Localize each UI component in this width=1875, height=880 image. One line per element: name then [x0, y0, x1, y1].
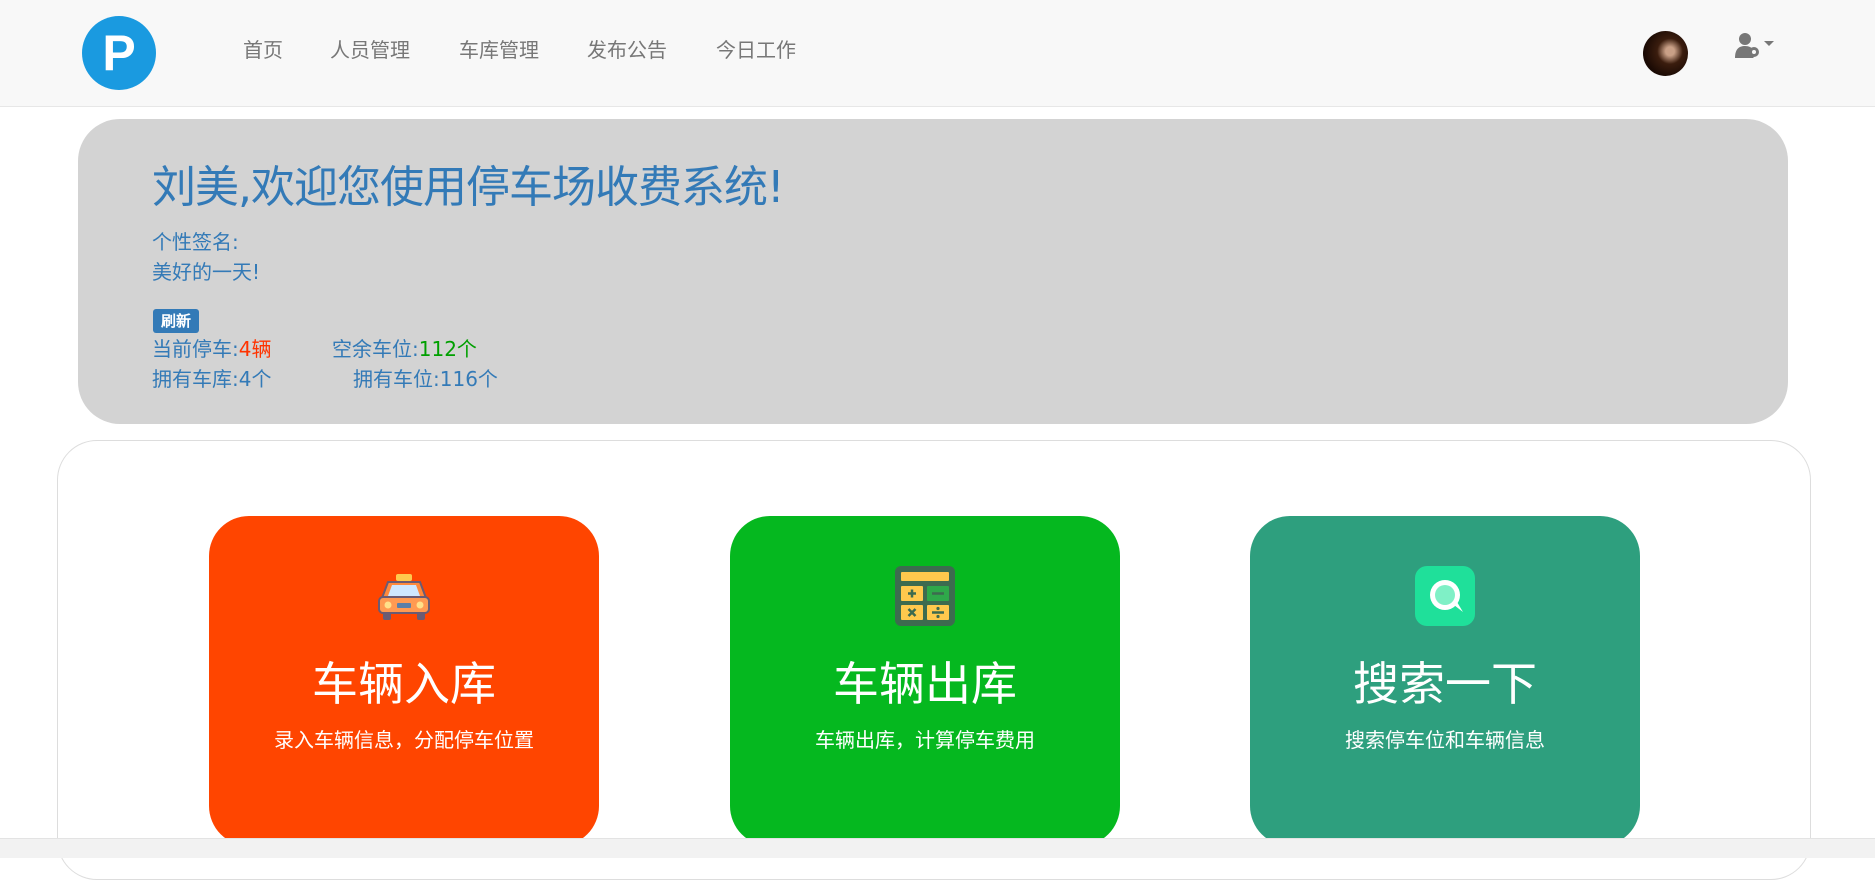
nav-garage-management[interactable]: 车库管理	[459, 36, 539, 64]
vehicle-exit-desc: 车辆出库，计算停车费用	[815, 728, 1035, 752]
free-spaces-stat: 空余车位:112个	[332, 336, 477, 362]
free-spaces-label: 空余车位:	[332, 337, 419, 361]
vehicle-entry-card[interactable]: 车辆入库 录入车辆信息，分配停车位置	[209, 516, 599, 846]
chevron-down-icon	[1764, 41, 1774, 46]
search-title: 搜索一下	[1353, 657, 1537, 711]
garages-value: 4个	[238, 367, 272, 391]
vehicle-exit-title: 车辆出库	[833, 657, 1017, 711]
vehicle-entry-desc: 录入车辆信息，分配停车位置	[274, 728, 534, 752]
vehicle-entry-title: 车辆入库	[312, 657, 496, 711]
garages-label: 拥有车库:	[152, 367, 239, 391]
calculator-icon	[895, 566, 955, 626]
spaces-stat: 拥有车位:116个	[353, 366, 498, 392]
spaces-value: 116个	[439, 367, 498, 391]
spaces-label: 拥有车位:	[353, 367, 440, 391]
taxi-icon	[378, 574, 430, 620]
current-parking-value: 4辆	[238, 337, 272, 361]
nav-publish-notice[interactable]: 发布公告	[587, 36, 667, 64]
free-spaces-value: 112个	[418, 337, 477, 361]
garages-stat: 拥有车库:4个	[152, 366, 271, 392]
search-desc: 搜索停车位和车辆信息	[1345, 728, 1545, 752]
vehicle-exit-card[interactable]: 车辆出库 车辆出库，计算停车费用	[730, 516, 1120, 846]
current-parking-stat: 当前停车:4辆	[152, 336, 271, 362]
current-parking-label: 当前停车:	[152, 337, 239, 361]
nav-staff-management[interactable]: 人员管理	[330, 36, 410, 64]
welcome-heading: 刘美,欢迎您使用停车场收费系统!	[152, 162, 785, 213]
parking-logo[interactable]: P	[82, 16, 156, 90]
search-chat-icon	[1415, 566, 1475, 626]
horizontal-scrollbar[interactable]	[0, 838, 1875, 858]
signature-label: 个性签名:	[152, 230, 239, 254]
user-gear-icon	[1735, 33, 1774, 58]
nav-home[interactable]: 首页	[243, 36, 283, 64]
user-settings-menu[interactable]	[1734, 32, 1780, 62]
signature-text: 美好的一天!	[152, 260, 261, 284]
avatar[interactable]	[1643, 31, 1688, 76]
nav-today-work[interactable]: 今日工作	[716, 36, 796, 64]
refresh-button[interactable]: 刷新	[153, 309, 200, 333]
top-navbar: P 首页 人员管理 车库管理 发布公告 今日工作	[0, 0, 1875, 107]
search-card[interactable]: 搜索一下 搜索停车位和车辆信息	[1250, 516, 1640, 846]
